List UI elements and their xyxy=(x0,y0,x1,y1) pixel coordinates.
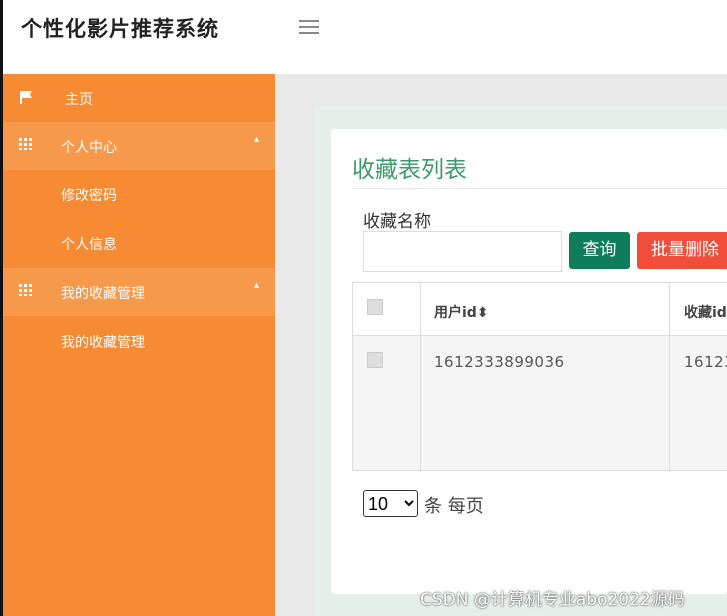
column-header-user-id[interactable]: 用户id⬍ xyxy=(434,302,489,322)
menu-toggle-icon[interactable] xyxy=(299,20,319,36)
page-size-select[interactable]: 10 xyxy=(363,490,418,517)
sidebar-item-my-collection[interactable]: 我的收藏管理 xyxy=(3,317,275,365)
batch-delete-button[interactable]: 批量删除 xyxy=(637,232,727,269)
sidebar-group-personal-center[interactable]: 个人中心 ▴ xyxy=(3,122,275,170)
sidebar: 主页 个人中心 ▴ 修改密码 个人信息 我的收藏管理 ▴ 我的收藏管理 xyxy=(0,74,275,616)
sidebar-item-personal-info[interactable]: 个人信息 xyxy=(3,219,275,267)
sidebar-group-label: 我的收藏管理 xyxy=(61,286,145,302)
query-button[interactable]: 查询 xyxy=(569,232,630,269)
select-all-checkbox[interactable] xyxy=(367,299,383,315)
per-page-label: 条 每页 xyxy=(424,496,484,517)
sort-icon[interactable]: ⬍ xyxy=(477,305,489,321)
column-header-collection-id[interactable]: 收藏id xyxy=(684,302,727,322)
sidebar-item-label: 修改密码 xyxy=(61,188,117,204)
search-input[interactable] xyxy=(363,231,562,272)
sidebar-item-label: 主页 xyxy=(65,92,93,108)
grid-icon xyxy=(19,284,32,296)
sidebar-item-label: 个人信息 xyxy=(61,237,117,253)
grid-icon xyxy=(19,138,32,150)
sidebar-item-label: 我的收藏管理 xyxy=(61,335,145,351)
caret-up-icon: ▴ xyxy=(253,134,259,145)
sidebar-item-home[interactable]: 主页 xyxy=(3,74,275,122)
sidebar-item-change-password[interactable]: 修改密码 xyxy=(3,170,275,218)
column-divider xyxy=(669,283,670,472)
page-title: 收藏表列表 xyxy=(352,157,467,183)
top-bar: 个性化影片推荐系统 xyxy=(0,0,727,74)
sidebar-group-my-collection[interactable]: 我的收藏管理 ▴ xyxy=(3,268,275,316)
flag-icon xyxy=(20,91,32,104)
title-divider xyxy=(352,188,727,189)
sidebar-group-label: 个人中心 xyxy=(61,140,117,156)
app-title: 个性化影片推荐系统 xyxy=(21,17,219,41)
table-cell-collection-id: 16123 xyxy=(684,353,727,371)
column-divider xyxy=(420,283,421,472)
table-header xyxy=(353,283,727,336)
watermark: CSDN @计算机专业abo2022源码 xyxy=(420,590,685,610)
table-cell-user-id: 1612333899036 xyxy=(434,353,565,371)
data-table: 用户id⬍ 收藏id 1612333899036 16123 xyxy=(352,282,727,472)
caret-up-icon: ▴ xyxy=(253,280,259,291)
row-checkbox[interactable] xyxy=(367,352,383,368)
search-label: 收藏名称 xyxy=(363,212,431,232)
